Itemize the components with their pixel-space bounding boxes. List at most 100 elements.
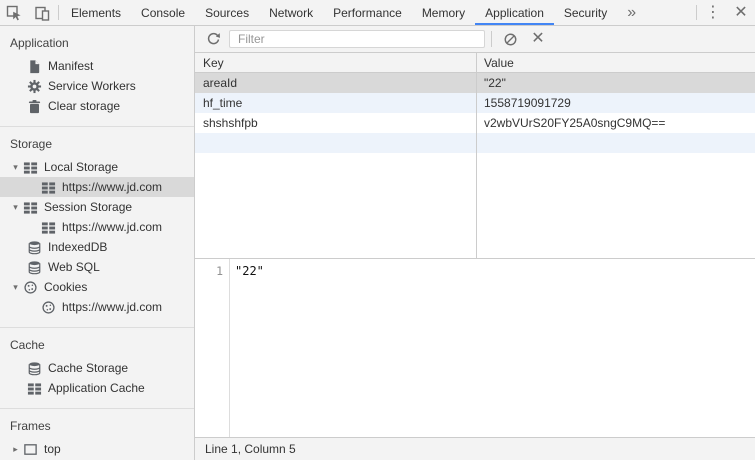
sidebar-item-label: https://www.jd.com xyxy=(62,220,162,234)
sidebar-item-label: Cache Storage xyxy=(48,361,128,375)
section-header-frames: Frames xyxy=(0,409,194,439)
section-frames: Frames ▸ top xyxy=(0,408,194,460)
sidebar-item-local-storage[interactable]: ▾ Local Storage xyxy=(0,157,194,177)
tab-performance[interactable]: Performance xyxy=(323,0,412,25)
sidebar-item-cookies[interactable]: ▾ Cookies xyxy=(0,277,194,297)
sidebar-item-label: https://www.jd.com xyxy=(62,180,162,194)
tab-memory[interactable]: Memory xyxy=(412,0,475,25)
delete-x-icon: ✕ xyxy=(531,31,544,47)
table-row[interactable]: hf_time 1558719091729 xyxy=(195,93,755,113)
column-header-key[interactable]: Key xyxy=(195,53,476,72)
row-value: "22" xyxy=(476,76,755,90)
gear-icon xyxy=(27,79,42,94)
close-devtools-button[interactable]: ✕ xyxy=(727,0,755,25)
section-application: Application Manifest Service Workers Cle… xyxy=(0,26,194,126)
sidebar-item-label: top xyxy=(44,442,61,456)
table-icon xyxy=(41,220,56,235)
sidebar-item-label: Application Cache xyxy=(48,381,145,395)
toolbar-separator xyxy=(491,31,492,47)
block-icon xyxy=(503,32,518,47)
tab-application[interactable]: Application xyxy=(475,0,554,25)
sidebar-item-manifest[interactable]: Manifest xyxy=(0,56,194,76)
toolbar-separator xyxy=(58,5,59,20)
file-icon xyxy=(27,59,42,74)
application-sidebar: Application Manifest Service Workers Cle… xyxy=(0,26,195,460)
customize-devtools-button[interactable]: ⋮ xyxy=(699,0,727,25)
delete-selected-button[interactable]: ✕ xyxy=(526,27,550,51)
tab-sources[interactable]: Sources xyxy=(195,0,259,25)
sidebar-item-application-cache[interactable]: Application Cache xyxy=(0,378,194,398)
device-toolbar-icon xyxy=(34,5,50,21)
devtools-tabbar: Elements Console Sources Network Perform… xyxy=(0,0,755,26)
row-key: shshshfpb xyxy=(195,116,476,130)
toolbar-separator xyxy=(696,5,697,20)
expander-arrow-icon[interactable]: ▾ xyxy=(8,282,23,293)
table-icon xyxy=(27,381,42,396)
row-value: v2wbVUrS20FY25A0sngC9MQ== xyxy=(476,116,755,130)
table-icon xyxy=(41,180,56,195)
tab-network[interactable]: Network xyxy=(259,0,323,25)
section-header-storage: Storage xyxy=(0,127,194,157)
local-storage-panel: ✕ Key Value areaId "22" hf_time 15587190… xyxy=(195,26,755,460)
column-header-value[interactable]: Value xyxy=(476,53,755,72)
database-icon xyxy=(27,240,42,255)
database-icon xyxy=(27,361,42,376)
close-icon: ✕ xyxy=(734,5,747,21)
sidebar-item-local-storage-origin[interactable]: https://www.jd.com xyxy=(0,177,194,197)
row-value: 1558719091729 xyxy=(476,96,755,110)
sidebar-item-label: https://www.jd.com xyxy=(62,300,162,314)
frame-icon xyxy=(23,442,38,457)
inspect-cursor-icon xyxy=(6,5,22,21)
preview-content[interactable]: "22" xyxy=(230,259,755,437)
sidebar-item-cache-storage[interactable]: Cache Storage xyxy=(0,358,194,378)
table-header-row: Key Value xyxy=(195,53,755,73)
tab-console[interactable]: Console xyxy=(131,0,195,25)
sidebar-item-session-storage[interactable]: ▾ Session Storage xyxy=(0,197,194,217)
sidebar-item-cookies-origin[interactable]: https://www.jd.com xyxy=(0,297,194,317)
storage-toolbar: ✕ xyxy=(195,26,755,53)
tab-security[interactable]: Security xyxy=(554,0,617,25)
expander-arrow-icon[interactable]: ▾ xyxy=(8,202,23,213)
section-header-cache: Cache xyxy=(0,328,194,358)
preview-status-bar: Line 1, Column 5 xyxy=(195,437,755,460)
cookie-icon xyxy=(41,300,56,315)
database-icon xyxy=(27,260,42,275)
sidebar-item-service-workers[interactable]: Service Workers xyxy=(0,76,194,96)
refresh-icon xyxy=(206,32,221,47)
refresh-button[interactable] xyxy=(201,27,225,51)
table-icon xyxy=(23,160,38,175)
sidebar-item-label: Manifest xyxy=(48,59,93,73)
chevron-overflow-icon: » xyxy=(627,5,636,21)
table-icon xyxy=(23,200,38,215)
panel-tabs: Elements Console Sources Network Perform… xyxy=(61,0,646,25)
expander-arrow-icon[interactable]: ▸ xyxy=(8,444,23,455)
section-cache: Cache Cache Storage Application Cache xyxy=(0,327,194,408)
table-row[interactable]: areaId "22" xyxy=(195,73,755,93)
row-key: areaId xyxy=(195,76,476,90)
sidebar-item-label: Cookies xyxy=(44,280,87,294)
storage-items-table: Key Value areaId "22" hf_time 1558719091… xyxy=(195,53,755,258)
sidebar-item-clear-storage[interactable]: Clear storage xyxy=(0,96,194,116)
cookie-icon xyxy=(23,280,38,295)
device-toolbar-button[interactable] xyxy=(28,0,56,25)
sidebar-item-indexeddb[interactable]: IndexedDB xyxy=(0,237,194,257)
sidebar-item-top-frame[interactable]: ▸ top xyxy=(0,439,194,459)
inspect-element-button[interactable] xyxy=(0,0,28,25)
trash-icon xyxy=(27,99,42,114)
cursor-position-text: Line 1, Column 5 xyxy=(205,442,296,456)
sidebar-item-session-storage-origin[interactable]: https://www.jd.com xyxy=(0,217,194,237)
sidebar-item-label: IndexedDB xyxy=(48,240,107,254)
filter-input[interactable] xyxy=(229,30,485,48)
clear-all-button[interactable] xyxy=(498,27,522,51)
sidebar-item-label: Web SQL xyxy=(48,260,100,274)
sidebar-item-web-sql[interactable]: Web SQL xyxy=(0,257,194,277)
expander-arrow-icon[interactable]: ▾ xyxy=(8,162,23,173)
sidebar-item-label: Clear storage xyxy=(48,99,120,113)
table-row[interactable]: shshshfpb v2wbVUrS20FY25A0sngC9MQ== xyxy=(195,113,755,133)
line-number-gutter: 1 xyxy=(195,259,230,437)
sidebar-item-label: Service Workers xyxy=(48,79,136,93)
tabbar-right-controls: ⋮ ✕ xyxy=(694,0,755,25)
tab-elements[interactable]: Elements xyxy=(61,0,131,25)
more-tabs-button[interactable]: » xyxy=(617,0,646,25)
value-preview-pane: 1 "22" xyxy=(195,258,755,437)
